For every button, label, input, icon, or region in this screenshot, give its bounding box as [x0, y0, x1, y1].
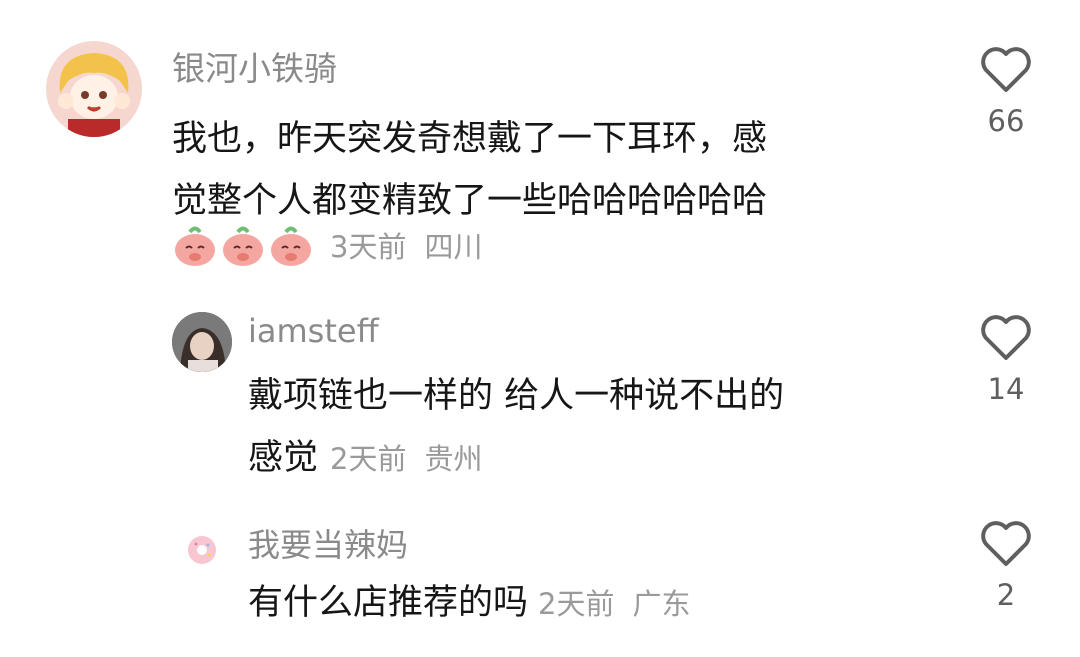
heart-outline-icon[interactable]: [979, 518, 1033, 568]
comment-time: 2天前: [538, 587, 615, 621]
like-count: 2: [996, 578, 1016, 612]
comment-text-line: 有什么店推荐的吗: [248, 583, 529, 623]
username[interactable]: 我要当辣妈: [248, 520, 408, 566]
like-button[interactable]: 2: [976, 518, 1036, 612]
comment-location: 广东: [632, 587, 691, 621]
comment-text: 有什么店推荐的吗 2天前 广东: [248, 572, 690, 635]
comment-3: 我要当辣妈 有什么店推荐的吗 2天前 广东 2: [0, 0, 1080, 657]
user-avatar[interactable]: [184, 532, 220, 568]
